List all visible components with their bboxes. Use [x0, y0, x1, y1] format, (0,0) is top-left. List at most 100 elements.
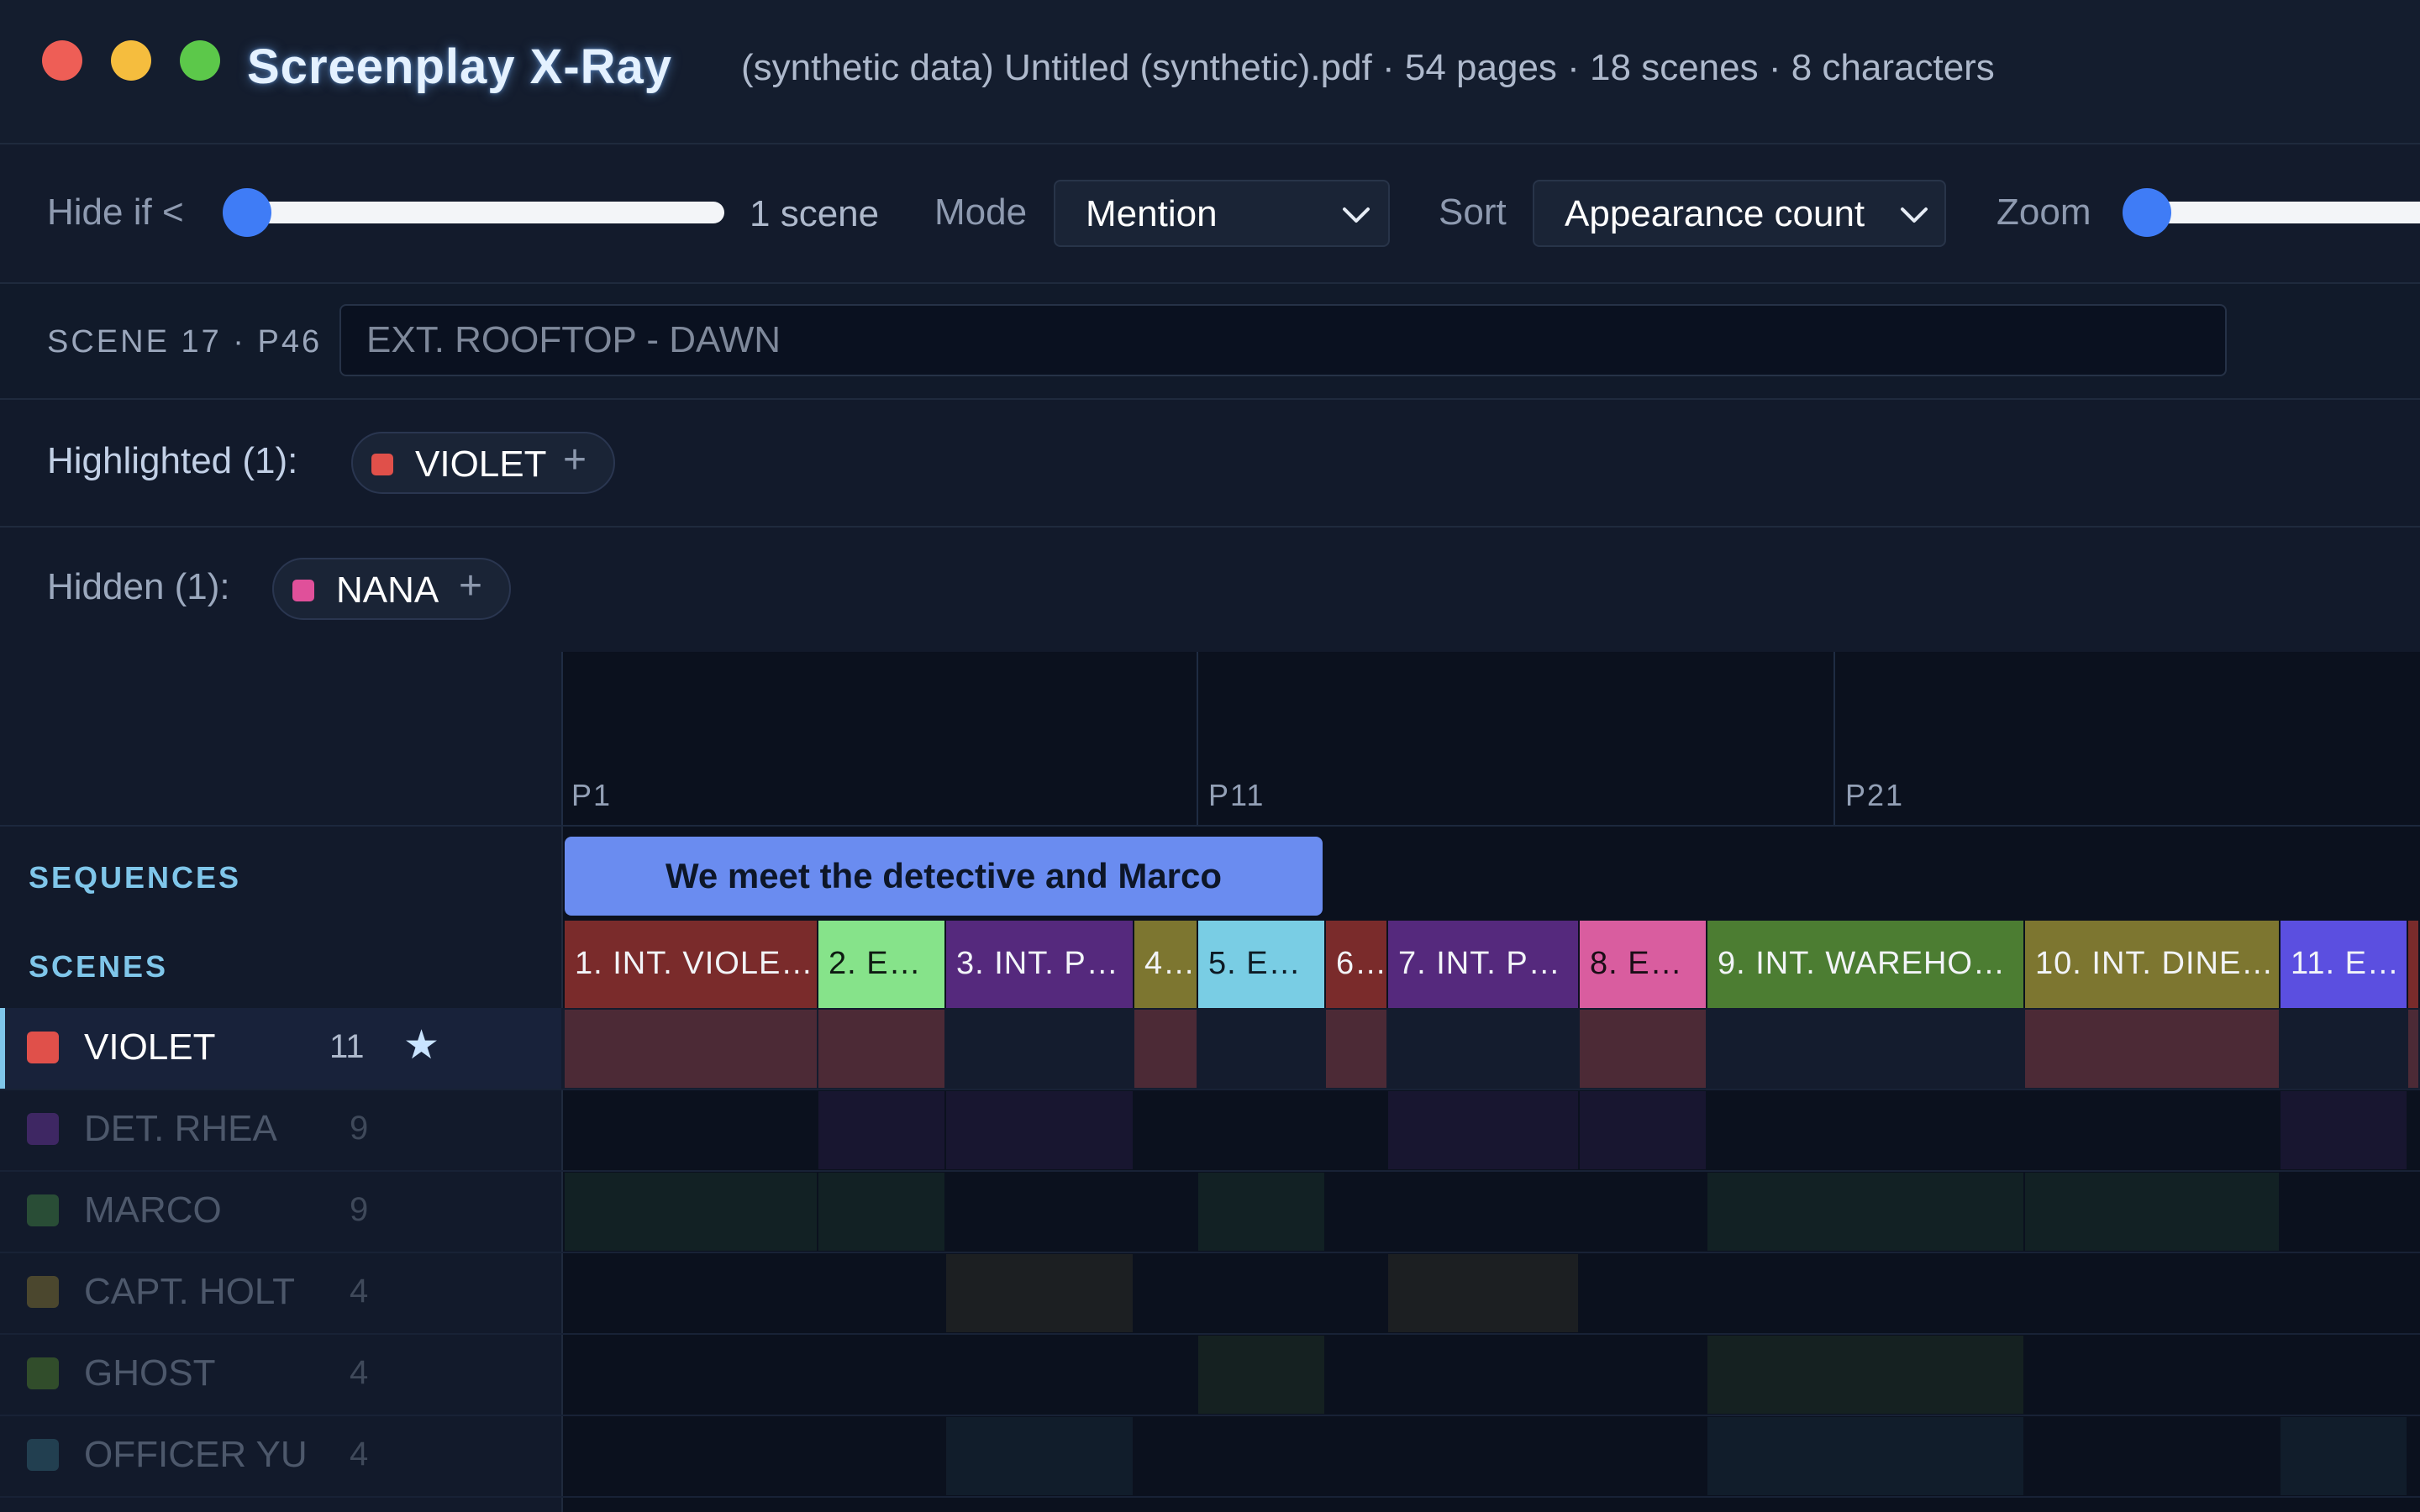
appearance-cell[interactable] [1388, 1254, 1578, 1332]
sequences-label: SEQUENCES [29, 860, 242, 895]
page-label-p21: P21 [1845, 778, 1905, 812]
page-label-p1: P1 [571, 778, 613, 812]
scene-block[interactable]: 4… [1134, 921, 1198, 1008]
controls-toolbar: Hide if < 1 scene Mode Mention Sort Appe… [0, 144, 2420, 284]
scene-block[interactable]: 3. INT. P… [946, 921, 1134, 1008]
hide-threshold-label: Hide if < [47, 192, 184, 233]
hide-threshold-slider-thumb[interactable] [223, 188, 271, 237]
appearance-cell[interactable] [2281, 1091, 2407, 1169]
character-row[interactable]: CAPT. HOLT 4 [0, 1252, 561, 1333]
scene-block[interactable]: 1. INT. VIOLE… [565, 921, 818, 1008]
scene-label: 2. E… [829, 946, 922, 981]
appearance-cell[interactable] [1707, 1417, 2023, 1495]
appearance-cell[interactable] [946, 1254, 1133, 1332]
appearance-cell[interactable] [565, 1010, 817, 1088]
appearance-count: 9 [350, 1110, 369, 1147]
appearance-cell[interactable] [818, 1010, 944, 1088]
character-color-swatch [27, 1276, 59, 1308]
character-color-swatch [27, 1032, 59, 1063]
appearance-cell[interactable] [1134, 1010, 1197, 1088]
appearance-cell[interactable] [1388, 1091, 1578, 1169]
scene-heading-row: SCENE 17 · P46 [0, 284, 2420, 400]
appearance-cell[interactable] [1326, 1010, 1386, 1088]
row-divider [0, 1496, 2420, 1498]
hide-threshold-value: 1 scene [750, 193, 880, 234]
character-row[interactable]: OFFICER YU 4 [0, 1415, 561, 1496]
appearance-cell[interactable] [1580, 1091, 1706, 1169]
app-title: Screenplay X-Ray [247, 39, 673, 94]
chevron-down-icon [1901, 207, 1928, 223]
character-row[interactable]: MARCO 9 [0, 1171, 561, 1252]
chip-label: VIOLET [415, 444, 547, 485]
timeline-grid: P1 P11 P21 SEQUENCES We meet the detecti… [0, 652, 2420, 1512]
character-row[interactable]: DET. RHEA 9 [0, 1089, 561, 1170]
appearance-count: 4 [350, 1354, 369, 1391]
minimize-window-button[interactable] [111, 40, 151, 81]
page-tick [561, 652, 563, 825]
hidden-chip-nana[interactable]: NANA + [272, 558, 511, 620]
scene-label: 1. INT. VIOLE… [575, 946, 814, 981]
violet-color-swatch [371, 454, 393, 475]
zoom-slider-thumb[interactable] [2123, 188, 2171, 237]
scene-label: 4… [1144, 946, 1197, 981]
scene-block[interactable]: 10. INT. DINE… [2025, 921, 2281, 1008]
appearance-count: 9 [350, 1191, 369, 1228]
add-icon[interactable]: + [563, 437, 587, 483]
scene-block[interactable]: 8. E… [1580, 921, 1707, 1008]
close-window-button[interactable] [42, 40, 82, 81]
sequence-block[interactable]: We meet the detective and Marco [565, 837, 1323, 916]
character-row[interactable]: GHOST 4 [0, 1334, 561, 1415]
scene-block[interactable]: 5. E… [1198, 921, 1326, 1008]
appearance-cell[interactable] [1707, 1173, 2023, 1251]
appearance-cell[interactable] [818, 1173, 944, 1251]
appearance-cell[interactable] [1198, 1173, 1324, 1251]
scene-block[interactable]: 9. INT. WAREHO… [1707, 921, 2025, 1008]
character-row[interactable]: VIOLET 11 ★ [0, 1008, 561, 1089]
scene-block[interactable]: 7. INT. P… [1388, 921, 1580, 1008]
appearance-cell[interactable] [2025, 1010, 2279, 1088]
appearance-cell[interactable] [946, 1417, 1133, 1495]
hide-threshold-slider[interactable] [225, 202, 724, 223]
appearance-cell[interactable] [565, 1173, 817, 1251]
mode-label: Mode [934, 192, 1028, 233]
character-name: OFFICER YU [84, 1434, 308, 1475]
scene-block[interactable]: 6… [1326, 921, 1388, 1008]
page-tick [1833, 652, 1835, 825]
highlighted-label: Highlighted (1): [47, 440, 298, 481]
appearance-count: 4 [350, 1436, 369, 1473]
zoom-slider[interactable] [2148, 202, 2420, 223]
appearance-cell[interactable] [1198, 1336, 1324, 1414]
scene-label: 3. INT. P… [956, 946, 1119, 981]
appearance-cell[interactable] [2408, 1010, 2418, 1088]
appearance-cell[interactable] [2025, 1173, 2279, 1251]
character-color-swatch [27, 1357, 59, 1389]
sort-label: Sort [1439, 192, 1507, 233]
document-info: (synthetic data) Untitled (synthetic).pd… [741, 47, 1995, 88]
zoom-window-button[interactable] [180, 40, 220, 81]
scene-block[interactable]: 11. E… [2281, 921, 2408, 1008]
hidden-row: Hidden (1): NANA + [0, 528, 2420, 655]
star-icon[interactable]: ★ [403, 1021, 439, 1068]
title-bar: Screenplay X-Ray (synthetic data) Untitl… [0, 0, 2420, 144]
sort-select-value: Appearance count [1565, 193, 1865, 234]
scene-label: 11. E… [2291, 946, 2400, 981]
sort-select[interactable]: Appearance count [1533, 180, 1946, 247]
sequence-label: We meet the detective and Marco [665, 856, 1223, 895]
character-name: GHOST [84, 1352, 216, 1394]
appearance-cell[interactable] [1580, 1010, 1706, 1088]
scene-block[interactable]: 2. E… [818, 921, 946, 1008]
appearance-cell[interactable] [946, 1091, 1133, 1169]
scene-label: 7. INT. P… [1398, 946, 1561, 981]
mode-select[interactable]: Mention [1054, 180, 1390, 247]
highlighted-chip-violet[interactable]: VIOLET + [351, 432, 615, 494]
add-icon[interactable]: + [459, 563, 482, 609]
appearance-count: 4 [350, 1273, 369, 1310]
appearance-cell[interactable] [1707, 1336, 2023, 1414]
mode-select-value: Mention [1086, 193, 1218, 234]
scene-heading-input[interactable] [339, 304, 2227, 376]
appearance-cell[interactable] [2281, 1417, 2407, 1495]
scene-block[interactable] [2408, 921, 2420, 1008]
scene-label: 8. E… [1590, 946, 1683, 981]
appearance-cell[interactable] [818, 1091, 944, 1169]
zoom-label: Zoom [1996, 192, 2091, 233]
